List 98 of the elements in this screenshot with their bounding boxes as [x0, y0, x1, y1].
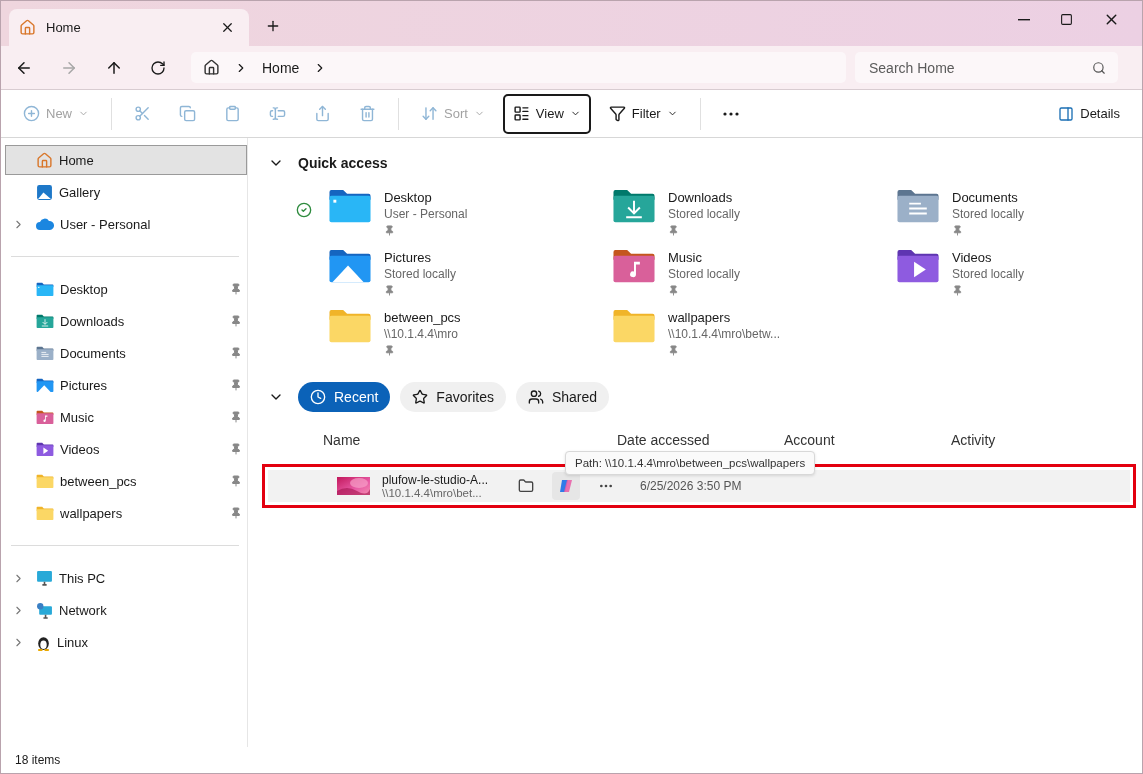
- videos-folder-icon: [896, 248, 940, 284]
- close-icon: [220, 20, 235, 35]
- address-bar[interactable]: Home: [191, 52, 846, 83]
- details-button[interactable]: Details: [1048, 93, 1130, 134]
- sidebar-item[interactable]: Home: [5, 145, 247, 175]
- desktop-folder-icon: [328, 188, 372, 224]
- maximize-icon: [1060, 13, 1073, 26]
- more-icon: [722, 111, 739, 116]
- folder-name[interactable]: Pictures: [384, 250, 457, 265]
- folder-location: User - Personal: [384, 207, 468, 221]
- filter-chip[interactable]: Favorites: [400, 382, 506, 412]
- folder-location: Stored locally: [668, 267, 741, 281]
- folder-name[interactable]: Documents: [952, 190, 1025, 205]
- sidebar-item[interactable]: wallpapers: [5, 498, 247, 528]
- folder-location: \\10.1.4.4\mro: [384, 327, 460, 341]
- folder-name[interactable]: Desktop: [384, 190, 468, 205]
- videos-folder-icon: [36, 441, 54, 457]
- breadcrumb[interactable]: Home: [262, 59, 300, 76]
- home-icon: [19, 19, 36, 36]
- network-icon: [36, 601, 53, 619]
- clock-icon: [310, 389, 326, 405]
- home-icon: [36, 151, 53, 169]
- desktop-folder-icon: [36, 281, 54, 297]
- view-icon: [512, 105, 530, 122]
- cut-icon: [134, 105, 151, 122]
- folder-name[interactable]: Videos: [952, 250, 1025, 265]
- column-header[interactable]: Account: [784, 432, 951, 448]
- section-title: Quick access: [298, 155, 388, 171]
- path-tooltip: Path: \\10.1.4.4\mro\between_pcs\wallpapers: [565, 451, 816, 475]
- column-header[interactable]: Date accessed: [617, 432, 784, 448]
- sort-icon: [421, 105, 438, 122]
- sidebar-item[interactable]: Pictures: [5, 370, 247, 400]
- tab[interactable]: Home: [9, 9, 249, 46]
- column-header[interactable]: Activity: [951, 432, 1111, 448]
- downloads-folder-icon: [612, 188, 656, 224]
- folder-icon: [518, 478, 534, 494]
- paste-icon: [224, 105, 241, 122]
- new-icon: [23, 105, 40, 122]
- sidebar-item[interactable]: Music: [5, 402, 247, 432]
- folder-icon: [328, 308, 372, 344]
- share-icon: [314, 105, 331, 122]
- filter-icon: [608, 105, 626, 122]
- people-icon: [527, 389, 544, 405]
- tab-title: Home: [46, 20, 82, 35]
- plus-icon: [265, 18, 281, 34]
- sidebar-item[interactable]: Videos: [5, 434, 247, 464]
- minimize-icon: [1018, 18, 1030, 21]
- pictures-folder-icon: [328, 248, 372, 284]
- documents-folder-icon: [36, 345, 54, 361]
- folder-location: Stored locally: [668, 207, 741, 221]
- folder-name[interactable]: between_pcs: [384, 310, 461, 325]
- search-icon: [1092, 61, 1106, 75]
- sidebar-item[interactable]: Documents: [5, 338, 247, 368]
- refresh-icon: [150, 59, 166, 76]
- file-path: \\10.1.4.4\mro\bet...: [382, 487, 483, 499]
- sidebar-item[interactable]: Desktop: [5, 274, 247, 304]
- monitor-icon: [36, 569, 53, 587]
- sidebar-item[interactable]: Downloads: [5, 306, 247, 336]
- folder-location: Stored locally: [384, 267, 457, 281]
- delete-icon: [359, 105, 376, 122]
- sidebar-item[interactable]: User - Personal: [5, 209, 247, 239]
- folder-location: \\10.1.4.4\mro\betw...: [668, 327, 781, 341]
- sidebar-item[interactable]: between_pcs: [5, 466, 247, 496]
- folder-icon: [36, 473, 54, 489]
- star-icon: [412, 389, 429, 405]
- folder-icon: [36, 505, 54, 521]
- filter-button[interactable]: Filter: [598, 93, 688, 134]
- home-icon: [203, 59, 220, 76]
- folder-name[interactable]: Downloads: [668, 190, 741, 205]
- folder-icon: [612, 308, 656, 344]
- date-accessed: 6/25/2026 3:50 PM: [640, 479, 742, 493]
- music-folder-icon: [612, 248, 656, 284]
- assistant-icon: [559, 479, 573, 493]
- column-header[interactable]: Name: [323, 432, 617, 448]
- sidebar-item[interactable]: This PC: [5, 563, 247, 593]
- details-pane-icon: [1058, 105, 1075, 122]
- view-button[interactable]: View: [502, 93, 591, 134]
- file-name: plufow-le-studio-A...: [382, 473, 490, 487]
- sidebar-item[interactable]: Linux: [5, 627, 247, 657]
- documents-folder-icon: [896, 188, 940, 224]
- rename-icon: [269, 105, 286, 122]
- copy-icon: [179, 105, 196, 122]
- cloud-icon: [36, 218, 54, 230]
- assistant-button[interactable]: [552, 472, 580, 500]
- folder-name[interactable]: Music: [668, 250, 741, 265]
- filter-chip[interactable]: Shared: [515, 382, 610, 412]
- pictures-folder-icon: [36, 377, 54, 393]
- folder-name[interactable]: wallpapers: [668, 310, 781, 325]
- item-count: 18 items: [15, 753, 61, 767]
- filter-chip[interactable]: Recent: [298, 382, 391, 412]
- sidebar-item[interactable]: Network: [5, 595, 247, 625]
- folder-location: Stored locally: [952, 207, 1025, 221]
- downloads-folder-icon: [36, 313, 54, 329]
- gallery-icon: [36, 183, 53, 201]
- folder-location: Stored locally: [952, 267, 1025, 281]
- sidebar-item[interactable]: Gallery: [5, 177, 247, 207]
- search-field[interactable]: Search Home: [855, 52, 1118, 83]
- music-folder-icon: [36, 409, 54, 425]
